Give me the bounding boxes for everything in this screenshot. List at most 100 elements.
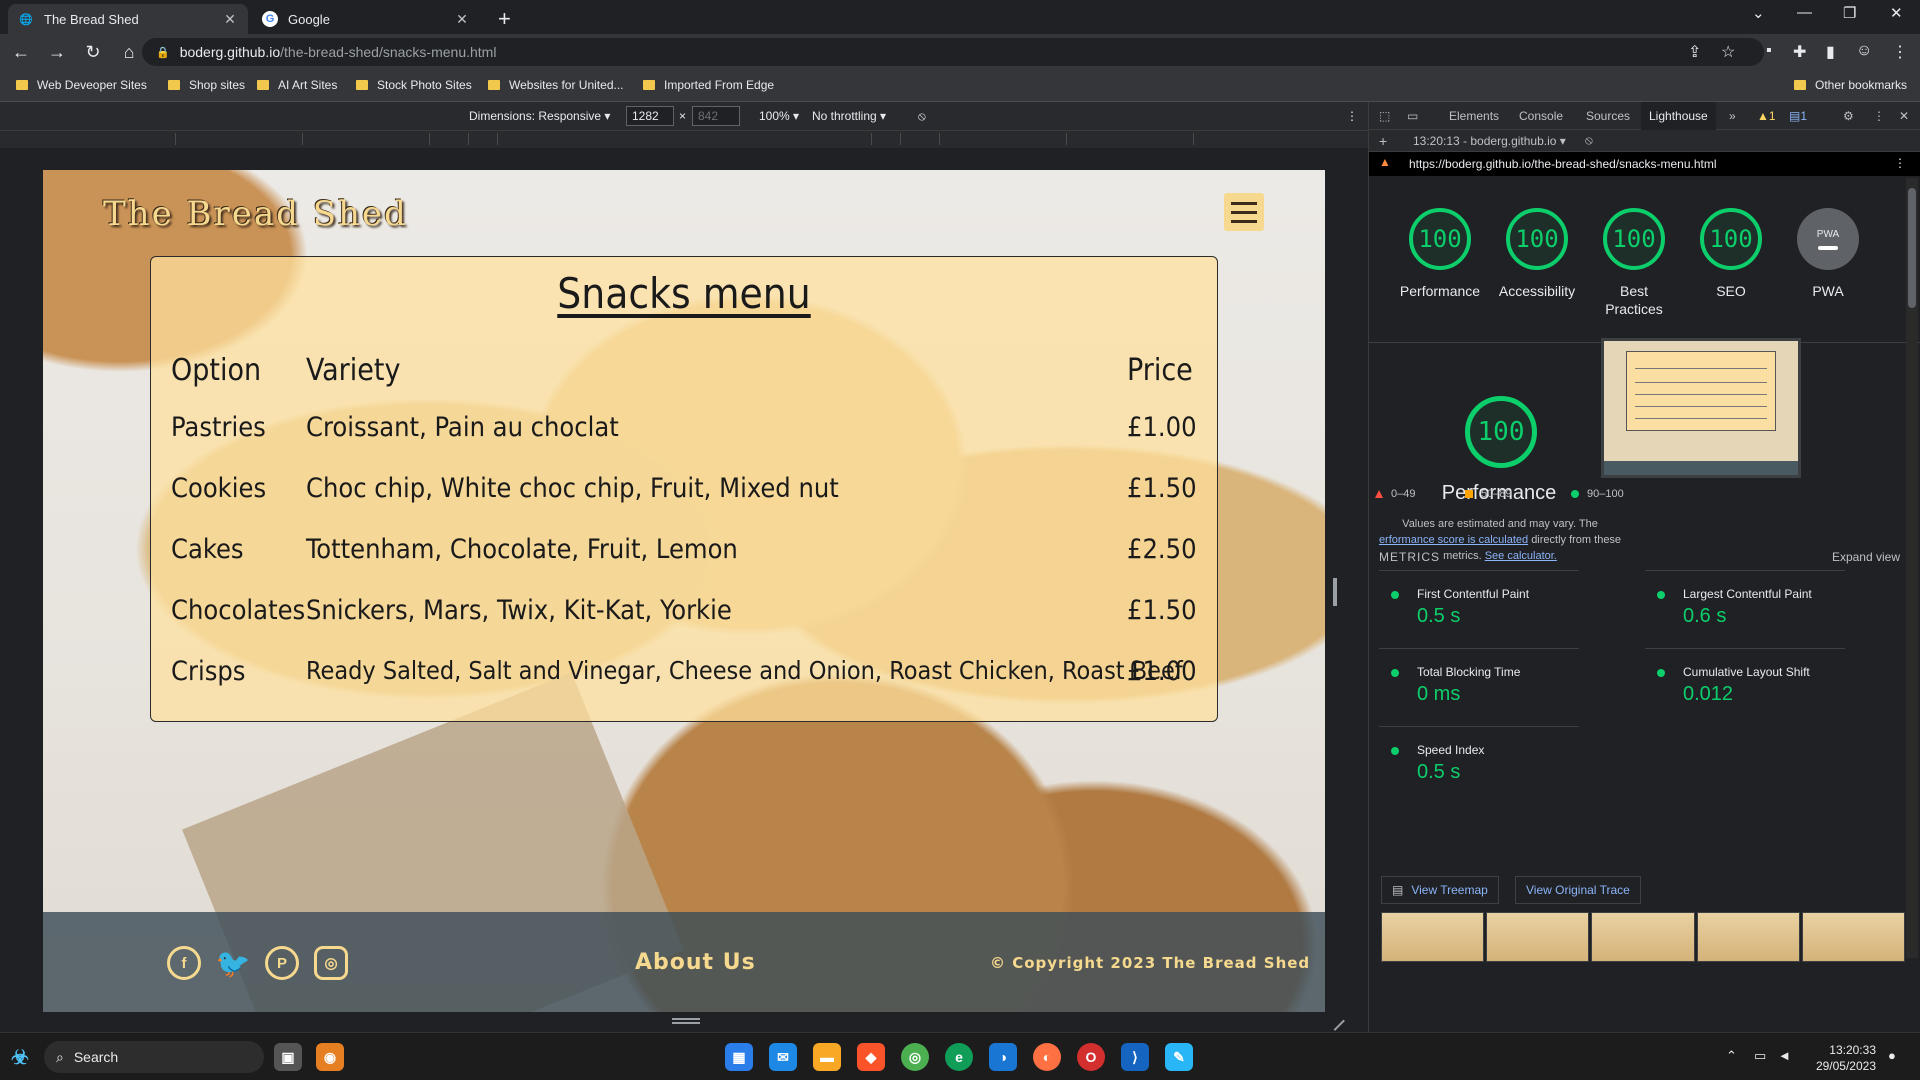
seo-gauge[interactable]: 100 bbox=[1700, 208, 1762, 270]
firefox-icon[interactable]: ◐ bbox=[1033, 1043, 1061, 1071]
view-treemap-button[interactable]: ▤ View Treemap bbox=[1381, 876, 1499, 904]
network-icon[interactable]: ▭ bbox=[1754, 1048, 1766, 1064]
devtools-more-icon[interactable]: ⋮ bbox=[1873, 109, 1885, 123]
menu-row: Cookies Choc chip, White choc chip, Frui… bbox=[171, 473, 1197, 513]
bookmark-folder[interactable]: Websites for United... bbox=[488, 78, 624, 92]
close-devtools-icon[interactable]: ✕ bbox=[1899, 109, 1909, 123]
chat-icon[interactable]: ◉ bbox=[316, 1043, 344, 1071]
performance-gauge[interactable]: 100 bbox=[1409, 208, 1471, 270]
see-calculator-link[interactable]: See calculator. bbox=[1485, 550, 1557, 562]
tab-console[interactable]: Console bbox=[1519, 109, 1563, 123]
settings-gear-icon[interactable]: ⚙ bbox=[1843, 109, 1854, 123]
file-explorer-icon[interactable]: ▬ bbox=[813, 1043, 841, 1071]
tab-search-icon[interactable]: ⌄ bbox=[1752, 4, 1765, 22]
rotate-icon[interactable]: ⦸ bbox=[918, 109, 926, 124]
tab-google[interactable]: G Google ✕ bbox=[252, 4, 480, 34]
about-us-link[interactable]: About Us bbox=[635, 950, 756, 975]
score-calculated-link[interactable]: erformance score is calculated bbox=[1379, 534, 1528, 546]
tab-sources[interactable]: Sources bbox=[1586, 109, 1630, 123]
twitter-icon[interactable]: 🐦 bbox=[216, 946, 251, 980]
taskbar-search[interactable]: ⌕ Search bbox=[44, 1041, 264, 1073]
devtools-scrollbar[interactable] bbox=[1906, 178, 1918, 958]
report-selector[interactable]: 13:20:13 - boderg.github.io ▾ bbox=[1413, 134, 1566, 148]
best-practices-gauge[interactable]: 100 bbox=[1603, 208, 1665, 270]
instagram-icon[interactable]: ◎ bbox=[314, 946, 348, 980]
close-tab-icon[interactable]: ✕ bbox=[222, 11, 238, 28]
start-icon[interactable]: ☣ bbox=[6, 1043, 34, 1071]
more-menu-icon[interactable]: ⋮ bbox=[1892, 42, 1908, 62]
vscode-icon[interactable]: ⟩ bbox=[1121, 1043, 1149, 1071]
new-tab-button[interactable]: + bbox=[498, 6, 511, 32]
tray-chevron-icon[interactable]: ⌃ bbox=[1726, 1048, 1737, 1064]
reload-icon[interactable]: ↻ bbox=[78, 37, 108, 67]
taskbar-clock[interactable]: 13:20:33 29/05/2023 bbox=[1816, 1042, 1876, 1074]
new-report-icon[interactable]: + bbox=[1379, 133, 1387, 149]
brave-icon[interactable]: ◆ bbox=[857, 1043, 885, 1071]
forward-icon[interactable]: → bbox=[42, 37, 72, 67]
opera-icon[interactable]: O bbox=[1077, 1043, 1105, 1071]
warning-badge[interactable]: ▲1 bbox=[1757, 109, 1776, 123]
legend-fail: 0–49 bbox=[1375, 488, 1415, 500]
tab-lighthouse[interactable]: Lighthouse bbox=[1641, 102, 1716, 130]
device-toggle-icon[interactable]: ▭ bbox=[1407, 109, 1418, 123]
pinterest-icon[interactable]: P bbox=[265, 946, 299, 980]
bookmark-folder-other[interactable]: Other bookmarks bbox=[1794, 78, 1907, 92]
puzzle-icon[interactable]: ✚ bbox=[1793, 42, 1806, 62]
row-variety: Choc chip, White choc chip, Fruit, Mixed… bbox=[306, 473, 839, 504]
home-icon[interactable]: ⌂ bbox=[114, 37, 144, 67]
tab-the-bread-shed[interactable]: 🌐 The Bread Shed ✕ bbox=[8, 4, 248, 34]
facebook-icon[interactable]: f bbox=[167, 946, 201, 980]
maximize-button[interactable]: ❐ bbox=[1843, 4, 1856, 22]
volume-icon[interactable]: ◄ bbox=[1778, 1048, 1791, 1063]
back-icon[interactable]: ← bbox=[6, 37, 36, 67]
side-resize-handle[interactable] bbox=[1333, 578, 1337, 606]
minimize-button[interactable]: — bbox=[1797, 4, 1812, 21]
edge-icon[interactable]: e bbox=[945, 1043, 973, 1071]
view-trace-button[interactable]: View Original Trace bbox=[1515, 876, 1641, 904]
task-view-icon[interactable]: ▣ bbox=[274, 1043, 302, 1071]
bookmark-folder[interactable]: Web Deveoper Sites bbox=[16, 78, 147, 92]
final-screenshot-thumbnail[interactable] bbox=[1601, 338, 1801, 478]
side-panel-icon[interactable]: ▮ bbox=[1826, 42, 1835, 62]
inspect-icon[interactable]: ⬚ bbox=[1379, 109, 1390, 123]
bookmark-folder[interactable]: Shop sites bbox=[168, 78, 245, 92]
bookmark-folder[interactable]: AI Art Sites bbox=[257, 78, 337, 92]
desc-text: directly from these bbox=[1531, 534, 1622, 546]
more-tabs-icon[interactable]: » bbox=[1729, 109, 1736, 123]
expand-view-toggle[interactable]: Expand view bbox=[1832, 550, 1900, 564]
tab-elements[interactable]: Elements bbox=[1449, 109, 1499, 123]
notification-icon[interactable]: ● bbox=[1888, 1048, 1896, 1063]
pass-circle-icon bbox=[1571, 490, 1579, 498]
bookmark-folder[interactable]: Stock Photo Sites bbox=[356, 78, 472, 92]
firefox-dev-icon[interactable]: ◑ bbox=[989, 1043, 1017, 1071]
bookmark-folder[interactable]: Imported From Edge bbox=[643, 78, 774, 92]
device-more-icon[interactable]: ⋮ bbox=[1346, 109, 1358, 123]
close-window-button[interactable]: ✕ bbox=[1890, 4, 1903, 22]
ruler-mark bbox=[939, 133, 940, 145]
paint-icon[interactable]: ✎ bbox=[1165, 1043, 1193, 1071]
bookmark-star-icon[interactable]: ☆ bbox=[1721, 42, 1735, 62]
share-icon[interactable]: ⇪ bbox=[1688, 42, 1701, 62]
accessibility-gauge[interactable]: 100 bbox=[1506, 208, 1568, 270]
hamburger-menu-button[interactable] bbox=[1224, 193, 1264, 231]
clear-icon[interactable]: ⦸ bbox=[1585, 133, 1593, 148]
zoom-select[interactable]: 100% ▾ bbox=[759, 109, 799, 123]
height-input[interactable]: 842 bbox=[692, 106, 740, 126]
extension-icon[interactable]: ▪ bbox=[1766, 42, 1772, 60]
store-icon[interactable]: ▦ bbox=[725, 1043, 753, 1071]
message-badge[interactable]: ▤1 bbox=[1789, 109, 1807, 123]
mail-icon[interactable]: ✉ bbox=[769, 1043, 797, 1071]
address-bar[interactable]: 🔒 boderg.github.io/the-bread-shed/snacks… bbox=[142, 38, 1764, 66]
width-input[interactable]: 1282 bbox=[626, 106, 674, 126]
site-logo[interactable]: The Bread Shed bbox=[103, 194, 408, 234]
avatar[interactable]: ☺ bbox=[1856, 42, 1872, 60]
performance-big-gauge: 100 bbox=[1465, 396, 1537, 468]
dimensions-select[interactable]: Dimensions: Responsive ▾ bbox=[469, 109, 610, 123]
bottom-resize-handle[interactable] bbox=[672, 1018, 700, 1024]
report-menu-icon[interactable]: ⋮ bbox=[1894, 156, 1906, 170]
chrome-icon[interactable]: ◎ bbox=[901, 1043, 929, 1071]
pwa-gauge[interactable]: PWA bbox=[1797, 208, 1859, 270]
close-tab-icon[interactable]: ✕ bbox=[454, 11, 470, 28]
scrollbar-thumb[interactable] bbox=[1908, 188, 1916, 308]
throttling-select[interactable]: No throttling ▾ bbox=[812, 109, 886, 123]
